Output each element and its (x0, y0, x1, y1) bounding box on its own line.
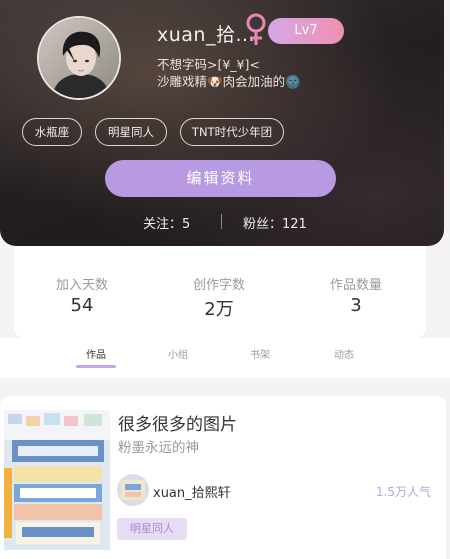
divider (221, 214, 222, 229)
stat-label: 创作字数 (192, 278, 245, 293)
avatar[interactable] (37, 16, 121, 100)
level-badge: Lv7 (268, 18, 344, 44)
work-title[interactable]: 很多很多的图片 (118, 410, 237, 435)
bio-line-2: 沙雕戏精🐶肉会加油的🌚 (157, 74, 301, 89)
stat-value: 54 (70, 295, 94, 316)
following-value: 5 (182, 217, 191, 232)
stat-join-days: 加入天数 54 (22, 274, 142, 316)
tab-works[interactable]: 作品 (76, 346, 116, 361)
tab-bookshelf[interactable]: 书架 (240, 346, 280, 361)
author-name[interactable]: xuan_拾熙轩 (153, 482, 231, 501)
tag-category[interactable]: 明星同人 (95, 118, 167, 146)
tab-indicator (76, 365, 116, 368)
tag-group[interactable]: TNT时代少年团 (180, 118, 284, 146)
tab-groups[interactable]: 小组 (158, 346, 198, 361)
tag-zodiac[interactable]: 水瓶座 (22, 118, 82, 146)
bio: 不想字码>[¥_¥]< 沙雕戏精🐶肉会加油的🌚 (157, 56, 301, 90)
author-avatar[interactable] (117, 474, 149, 506)
bio-line-1: 不想字码>[¥_¥]< (157, 57, 260, 72)
popularity-count: 1.5万人气 (375, 485, 431, 499)
work-card[interactable]: 很多很多的图片 粉墨永远的神 xuan_拾熙轩 1.5万人气 明星同人 (0, 396, 446, 559)
followers-count[interactable]: 粉丝：121 (243, 213, 307, 232)
following-count[interactable]: 关注：5 (143, 213, 190, 232)
profile-header: xuan_拾... Lv7 不想字码>[¥_¥]< 沙雕戏精🐶肉会加油的🌚 水瓶… (0, 0, 444, 246)
stats-panel: 加入天数 54 创作字数 2万 作品数量 3 (14, 246, 426, 338)
followers-value: 121 (282, 217, 307, 232)
followers-label: 粉丝： (243, 217, 283, 232)
stat-label: 加入天数 (55, 278, 108, 293)
work-tag[interactable]: 明星同人 (117, 518, 187, 540)
female-gender-icon (246, 13, 266, 45)
stat-value: 2万 (204, 299, 234, 320)
stat-work-count: 作品数量 3 (296, 274, 416, 316)
tab-bar: 作品 小组 书架 动态 (0, 338, 450, 378)
work-subtitle: 粉墨永远的神 (118, 440, 199, 456)
book-cover-image[interactable] (4, 410, 110, 550)
following-label: 关注： (143, 217, 183, 232)
edit-profile-button[interactable]: 编辑资料 (105, 160, 336, 197)
stat-word-count: 创作字数 2万 (159, 274, 279, 321)
stat-label: 作品数量 (329, 278, 382, 293)
tab-activity[interactable]: 动态 (324, 346, 364, 361)
username: xuan_拾... (157, 24, 256, 46)
stat-value: 3 (350, 295, 362, 316)
